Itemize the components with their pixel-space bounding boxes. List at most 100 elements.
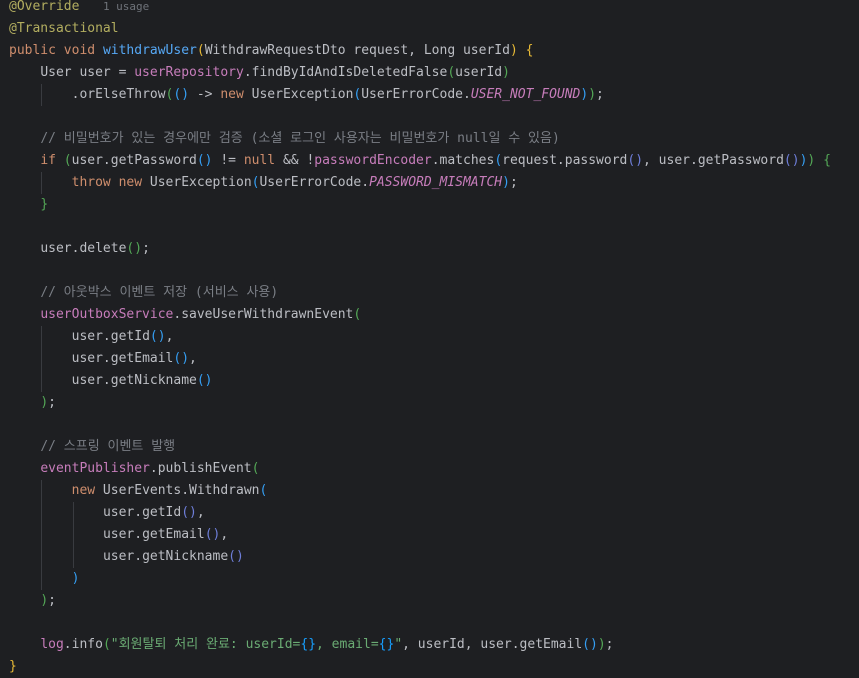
code-line[interactable]: .orElseThrow(() -> new UserException(Use… (72, 84, 604, 106)
code-token: , (196, 505, 205, 520)
code-token: , email= (316, 637, 379, 652)
code-token: ( (102, 637, 111, 652)
code-line[interactable]: if (user.getPassword() != null && !passw… (40, 150, 831, 172)
code-token: UserException (142, 175, 252, 190)
indent-guide (41, 84, 42, 106)
code-line[interactable]: User user = userRepository.findByIdAndIs… (40, 62, 510, 84)
code-token: } (40, 197, 49, 212)
code-line[interactable]: public void withdrawUser(WithdrawRequest… (9, 40, 533, 62)
code-line[interactable]: ); (40, 590, 56, 612)
code-token: UserErrorCode. (361, 87, 471, 102)
code-token: log (40, 637, 64, 652)
code-comment: // 스프링 이벤트 발행 (40, 439, 176, 454)
code-line[interactable]: @Transactional (9, 18, 119, 40)
code-line[interactable]: ); (40, 392, 56, 414)
code-comment: // 아웃박스 이벤트 저장 (서비스 사용) (40, 285, 279, 300)
code-token: USER_NOT_FOUND (470, 87, 581, 102)
code-line[interactable]: // 아웃박스 이벤트 저장 (서비스 사용) (40, 282, 278, 304)
code-token: { (823, 153, 831, 168)
code-line[interactable]: throw new UserException(UserErrorCode.PA… (72, 172, 518, 194)
code-token: .saveUserWithdrawnEvent (173, 307, 354, 322)
indent-guide (41, 172, 42, 194)
code-line[interactable]: user.getNickname() (72, 370, 213, 392)
code-token: " (394, 637, 403, 652)
code-token: new (71, 483, 96, 498)
code-token: user.getEmail (102, 527, 205, 542)
code-token: ) (588, 87, 597, 102)
code-token: ( (196, 43, 205, 58)
code-token: , (165, 329, 174, 344)
code-token: .info (63, 637, 103, 652)
code-token: , (189, 351, 197, 366)
code-token: withdrawUser (102, 43, 197, 58)
code-token: WithdrawRequestDto request, Long userId (204, 43, 510, 58)
code-token: .orElseThrow (71, 87, 166, 102)
code-token: PASSWORD_MISMATCH (369, 175, 503, 190)
code-token: null (243, 153, 276, 168)
code-line[interactable]: user.getEmail(), (72, 348, 197, 370)
code-token: () (228, 549, 244, 564)
code-token: ( (259, 483, 268, 498)
code-token: != (212, 153, 244, 168)
code-line[interactable]: // 비밀번호가 있는 경우에만 검증 (소셜 로그인 사용자는 비밀번호가 n… (40, 128, 559, 150)
code-token: UserException (243, 87, 354, 102)
code-token: && ! (275, 153, 315, 168)
code-token: if (40, 153, 56, 168)
code-token: @Transactional (9, 21, 119, 36)
code-token: ) (40, 593, 49, 608)
usage-hint[interactable]: 1 usage (103, 0, 149, 13)
code-line[interactable]: user.getEmail(), (103, 524, 228, 546)
code-token: "회원탈퇴 처리 완료: userId= (110, 637, 301, 652)
code-token: , (220, 527, 229, 542)
code-token: ; (596, 87, 604, 102)
code-line[interactable]: } (40, 194, 48, 216)
code-token: User user = (40, 65, 135, 80)
indent-guide (41, 480, 42, 590)
code-token: ) (40, 395, 49, 410)
indent-guide (73, 502, 74, 568)
code-token: .publishEvent (149, 461, 252, 476)
code-token: -> (189, 87, 221, 102)
code-editor[interactable]: @Override 1 usage @Transactional public vo… (0, 0, 859, 676)
indent-guide (41, 326, 42, 392)
code-token: @Override (9, 0, 80, 14)
code-token: user.delete (40, 241, 127, 256)
code-token: UserEvents.Withdrawn (95, 483, 260, 498)
code-line[interactable]: // 스프링 이벤트 발행 (40, 436, 175, 458)
code-token: throw (71, 175, 111, 190)
code-token: passwordEncoder (314, 153, 432, 168)
code-token: userId (455, 65, 503, 80)
code-token: ) (71, 571, 80, 586)
code-token: request.password (502, 153, 628, 168)
code-line[interactable]: eventPublisher.publishEvent( (40, 458, 259, 480)
code-token: userRepository (134, 65, 244, 80)
code-line[interactable]: user.getNickname() (103, 546, 244, 568)
code-line[interactable]: userOutboxService.saveUserWithdrawnEvent… (40, 304, 361, 326)
code-line[interactable]: log.info("회원탈퇴 처리 완료: userId={}, email={… (40, 634, 613, 656)
code-line[interactable]: user.getId(), (103, 502, 205, 524)
code-line[interactable]: @Override 1 usage (9, 0, 149, 18)
code-line[interactable]: new UserEvents.Withdrawn( (72, 480, 268, 502)
code-line[interactable]: } (9, 656, 17, 678)
code-token: () (204, 527, 221, 542)
code-line[interactable]: ) (72, 568, 80, 590)
code-token: ) (509, 43, 518, 58)
code-token: () (149, 329, 166, 344)
code-token: user.getEmail (71, 351, 174, 366)
code-token: ( (494, 153, 503, 168)
code-line[interactable]: user.getId(), (72, 326, 174, 348)
code-token: {} (300, 637, 317, 652)
code-token: {} (378, 637, 395, 652)
code-token: ) (502, 175, 510, 190)
code-token: () (196, 373, 213, 388)
code-token: , userId, user.getEmail (402, 637, 583, 652)
code-line[interactable]: user.delete(); (40, 238, 150, 260)
code-token: ; (509, 175, 518, 190)
code-token: UserErrorCode. (259, 175, 370, 190)
code-token: ; (142, 241, 150, 256)
code-token: new (220, 87, 244, 102)
